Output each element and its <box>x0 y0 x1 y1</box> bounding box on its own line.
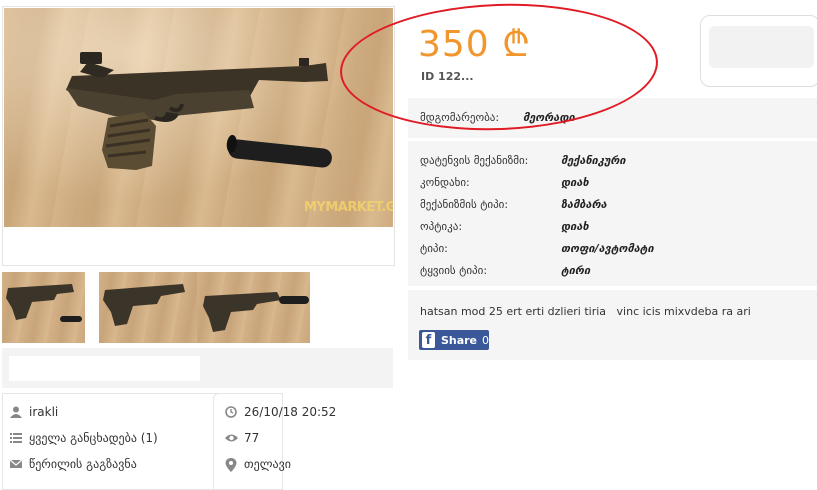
views-count: 77 <box>244 431 260 445</box>
thumbnail-3[interactable] <box>197 272 310 343</box>
seller-name: irakli <box>29 405 59 419</box>
list-icon <box>10 432 22 444</box>
gallery-footer-bar <box>2 348 393 388</box>
thumbnail-1[interactable] <box>2 272 85 343</box>
spec-label: ოპტიკა: <box>420 220 463 233</box>
views-row: 77 <box>225 431 259 445</box>
spec-value: დიახ <box>561 220 589 233</box>
spec-value: ტირი <box>561 264 591 277</box>
spec-value: დიახ <box>561 176 589 189</box>
placeholder-field <box>9 356 200 381</box>
contact-card[interactable] <box>700 15 817 87</box>
facebook-share-button[interactable]: f Share 0 <box>419 330 489 350</box>
thumbnail-pistol-image <box>103 284 185 326</box>
thumbnail-pistol-image <box>6 284 82 322</box>
description-text: hatsan mod 25 ert erti dzlieri tiria vin… <box>420 305 751 318</box>
thumbnail-2[interactable] <box>99 272 197 343</box>
seller-name-row[interactable]: irakli <box>10 405 58 419</box>
share-count: 0 <box>482 333 489 347</box>
all-listings-row[interactable]: ყველა განცხადება (1) <box>10 431 158 445</box>
spec-value: მექანიკური <box>561 154 626 167</box>
location-pin-icon <box>225 458 237 472</box>
envelope-icon <box>9 458 23 470</box>
facebook-icon: f <box>422 332 435 348</box>
location-row: თელავი <box>225 457 291 472</box>
air-pistol-image <box>66 52 332 170</box>
spec-label: ტყვიის ტიპი: <box>420 264 488 277</box>
eye-icon <box>225 432 238 444</box>
spec-label: დატენვის მექანიზმი: <box>420 154 529 167</box>
send-message-row[interactable]: წერილის გაგზავნა <box>9 457 137 471</box>
main-photo[interactable]: MYMARKET.GE <box>2 6 395 266</box>
share-label: Share <box>440 333 477 347</box>
spec-label: კონდახი: <box>420 176 470 189</box>
contact-card-placeholder <box>709 26 814 68</box>
all-listings-link[interactable]: ყველა განცხადება (1) <box>29 431 158 445</box>
spec-value: ზამბარა <box>561 198 607 211</box>
spec-label: ტიპი: <box>420 242 448 255</box>
spec-value: თოფი/ავტომატი <box>561 242 654 255</box>
spec-label: მექანიზმის ტიპი: <box>420 198 509 211</box>
thumbnail-pistol-image <box>203 292 309 332</box>
send-message-link[interactable]: წერილის გაგზავნა <box>29 457 137 471</box>
location: თელავი <box>244 457 291 471</box>
listing-date: 26/10/18 20:52 <box>244 405 337 419</box>
date-row: 26/10/18 20:52 <box>225 405 336 419</box>
clock-icon <box>225 406 237 418</box>
photo-background: MYMARKET.GE <box>4 8 393 227</box>
user-icon <box>10 406 22 418</box>
site-watermark: MYMARKET.GE <box>304 200 393 215</box>
